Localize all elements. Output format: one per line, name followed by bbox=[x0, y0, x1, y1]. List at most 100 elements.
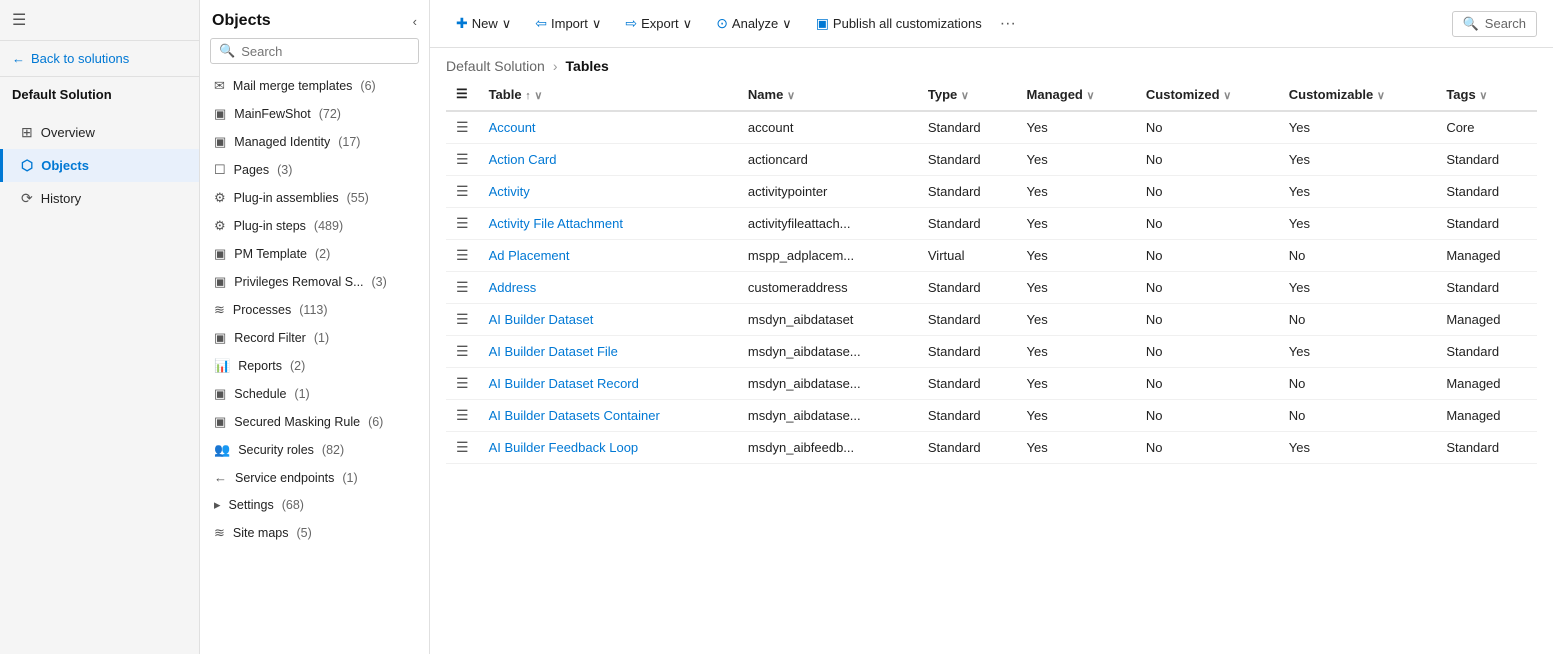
table-row-icon: ☰ bbox=[456, 439, 469, 455]
list-item-label: Plug-in steps bbox=[234, 219, 306, 233]
analyze-button[interactable]: ⊙ Analyze ∨ bbox=[706, 10, 802, 37]
list-item-label: Security roles bbox=[238, 443, 314, 457]
select-all-header[interactable]: ☰ bbox=[446, 78, 479, 111]
objects-panel-title: Objects bbox=[212, 12, 271, 30]
pages-icon: ☐ bbox=[214, 162, 226, 178]
main-content: ✚ New ∨ ⇦ Import ∨ ⇨ Export ∨ ⊙ Analyze … bbox=[430, 0, 1553, 654]
row-tags: Managed bbox=[1436, 400, 1537, 432]
list-item-site-maps[interactable]: ≋ Site maps (5) bbox=[200, 519, 429, 547]
row-table-link[interactable]: AI Builder Dataset Record bbox=[489, 376, 639, 391]
back-arrow-icon: ← bbox=[12, 51, 25, 66]
list-item-processes[interactable]: ≋ Processes (113) bbox=[200, 296, 429, 324]
list-item-privileges[interactable]: ▣ Privileges Removal S... (3) bbox=[200, 268, 429, 296]
list-item-security-roles[interactable]: 👥 Security roles (82) bbox=[200, 436, 429, 464]
col-header-customized[interactable]: Customized ∨ bbox=[1136, 78, 1279, 111]
col-type-filter-icon: ∨ bbox=[961, 90, 969, 102]
list-item-mail-merge[interactable]: ✉ Mail merge templates (6) bbox=[200, 72, 429, 100]
objects-search-input[interactable] bbox=[241, 44, 410, 59]
row-table-link[interactable]: Action Card bbox=[489, 152, 557, 167]
row-customizable: Yes bbox=[1279, 272, 1437, 304]
col-header-table[interactable]: Table ↑ ∨ bbox=[479, 78, 738, 111]
list-item-record-filter[interactable]: ▣ Record Filter (1) bbox=[200, 324, 429, 352]
row-customized: No bbox=[1136, 304, 1279, 336]
objects-icon: ⬡ bbox=[21, 157, 33, 174]
row-type: Standard bbox=[918, 144, 1017, 176]
list-item-count: (3) bbox=[277, 163, 292, 177]
col-header-name[interactable]: Name ∨ bbox=[738, 78, 918, 111]
col-type-label: Type bbox=[928, 87, 957, 102]
hamburger-icon[interactable]: ☰ bbox=[12, 10, 26, 30]
list-item-count: (6) bbox=[368, 415, 383, 429]
list-item-pages[interactable]: ☐ Pages (3) bbox=[200, 156, 429, 184]
table-row-icon: ☰ bbox=[456, 151, 469, 167]
list-item-mainfewshot[interactable]: ▣ MainFewShot (72) bbox=[200, 100, 429, 128]
list-item-managed-identity[interactable]: ▣ Managed Identity (17) bbox=[200, 128, 429, 156]
overview-icon: ⊞ bbox=[21, 124, 33, 141]
row-table-link[interactable]: Account bbox=[489, 120, 536, 135]
collapse-panel-icon[interactable]: ‹ bbox=[413, 14, 417, 29]
import-button[interactable]: ⇦ Import ∨ bbox=[525, 10, 611, 37]
list-item-schedule[interactable]: ▣ Schedule (1) bbox=[200, 380, 429, 408]
breadcrumb-parent[interactable]: Default Solution bbox=[446, 58, 545, 74]
table-row: ☰ ⋮ Activity File Attachment activityfil… bbox=[446, 208, 1537, 240]
row-table-link[interactable]: Activity bbox=[489, 184, 530, 199]
row-table-link[interactable]: AI Builder Feedback Loop bbox=[489, 440, 639, 455]
col-header-type[interactable]: Type ∨ bbox=[918, 78, 1017, 111]
import-button-label: Import bbox=[551, 16, 588, 31]
col-table-filter-icon: ∨ bbox=[534, 90, 542, 102]
list-item-plugin-assemblies[interactable]: ⚙ Plug-in assemblies (55) bbox=[200, 184, 429, 212]
col-tags-label: Tags bbox=[1446, 87, 1475, 102]
row-table-name: ⋮ AI Builder Dataset bbox=[479, 304, 738, 336]
table-row-icon: ☰ bbox=[456, 119, 469, 135]
table-row: ☰ ⋮ Action Card actioncard Standard Yes … bbox=[446, 144, 1537, 176]
row-type: Standard bbox=[918, 336, 1017, 368]
row-tags: Managed bbox=[1436, 240, 1537, 272]
list-item-settings[interactable]: ▸ Settings (68) bbox=[200, 491, 429, 519]
table-row: ☰ ⋮ AI Builder Dataset Record msdyn_aibd… bbox=[446, 368, 1537, 400]
list-item-plugin-steps[interactable]: ⚙ Plug-in steps (489) bbox=[200, 212, 429, 240]
col-header-tags[interactable]: Tags ∨ bbox=[1436, 78, 1537, 111]
list-item-service-endpoints[interactable]: ← Service endpoints (1) bbox=[200, 464, 429, 491]
toolbar-more-icon[interactable]: ··· bbox=[1000, 15, 1016, 33]
row-table-link[interactable]: AI Builder Datasets Container bbox=[489, 408, 660, 423]
export-button[interactable]: ⇨ Export ∨ bbox=[615, 10, 702, 37]
toolbar-search-right[interactable]: 🔍 Search bbox=[1452, 11, 1537, 37]
row-table-link[interactable]: Ad Placement bbox=[489, 248, 570, 263]
row-customizable: Yes bbox=[1279, 176, 1437, 208]
row-customizable: Yes bbox=[1279, 336, 1437, 368]
sidebar-item-overview[interactable]: ⊞ Overview bbox=[0, 116, 199, 149]
back-to-solutions-label: Back to solutions bbox=[31, 51, 129, 66]
col-header-customizable[interactable]: Customizable ∨ bbox=[1279, 78, 1437, 111]
analyze-icon: ⊙ bbox=[716, 15, 728, 32]
list-item-reports[interactable]: 📊 Reports (2) bbox=[200, 352, 429, 380]
row-managed: Yes bbox=[1017, 176, 1136, 208]
row-managed: Yes bbox=[1017, 111, 1136, 144]
list-item-secured-masking[interactable]: ▣ Secured Masking Rule (6) bbox=[200, 408, 429, 436]
publish-button[interactable]: ▣ Publish all customizations bbox=[806, 10, 992, 37]
table-row: ☰ ⋮ AI Builder Datasets Container msdyn_… bbox=[446, 400, 1537, 432]
list-item-label: Mail merge templates bbox=[233, 79, 353, 93]
sidebar-item-objects[interactable]: ⬡ Objects bbox=[0, 149, 199, 182]
list-item-pm-template[interactable]: ▣ PM Template (2) bbox=[200, 240, 429, 268]
record-filter-icon: ▣ bbox=[214, 330, 226, 346]
row-customizable: No bbox=[1279, 400, 1437, 432]
sidebar-item-history[interactable]: ⟳ History bbox=[0, 182, 199, 215]
mainfewshot-icon: ▣ bbox=[214, 106, 226, 122]
new-button[interactable]: ✚ New ∨ bbox=[446, 10, 521, 37]
objects-search-box[interactable]: 🔍 bbox=[210, 38, 419, 64]
row-type: Standard bbox=[918, 432, 1017, 464]
row-table-link[interactable]: AI Builder Dataset bbox=[489, 312, 594, 327]
row-table-link[interactable]: AI Builder Dataset File bbox=[489, 344, 618, 359]
managed-identity-icon: ▣ bbox=[214, 134, 226, 150]
back-to-solutions-link[interactable]: ← Back to solutions bbox=[0, 41, 199, 77]
table-row: ☰ ⋮ AI Builder Feedback Loop msdyn_aibfe… bbox=[446, 432, 1537, 464]
row-table-name: ⋮ AI Builder Datasets Container bbox=[479, 400, 738, 432]
table-row: ☰ ⋮ Address customeraddress Standard Yes… bbox=[446, 272, 1537, 304]
import-dropdown-icon: ∨ bbox=[592, 16, 602, 32]
processes-icon: ≋ bbox=[214, 302, 225, 318]
row-table-link[interactable]: Address bbox=[489, 280, 537, 295]
table-row-icon: ☰ bbox=[456, 343, 469, 359]
row-table-link[interactable]: Activity File Attachment bbox=[489, 216, 623, 231]
col-header-managed[interactable]: Managed ∨ bbox=[1017, 78, 1136, 111]
new-button-label: New bbox=[472, 16, 498, 31]
